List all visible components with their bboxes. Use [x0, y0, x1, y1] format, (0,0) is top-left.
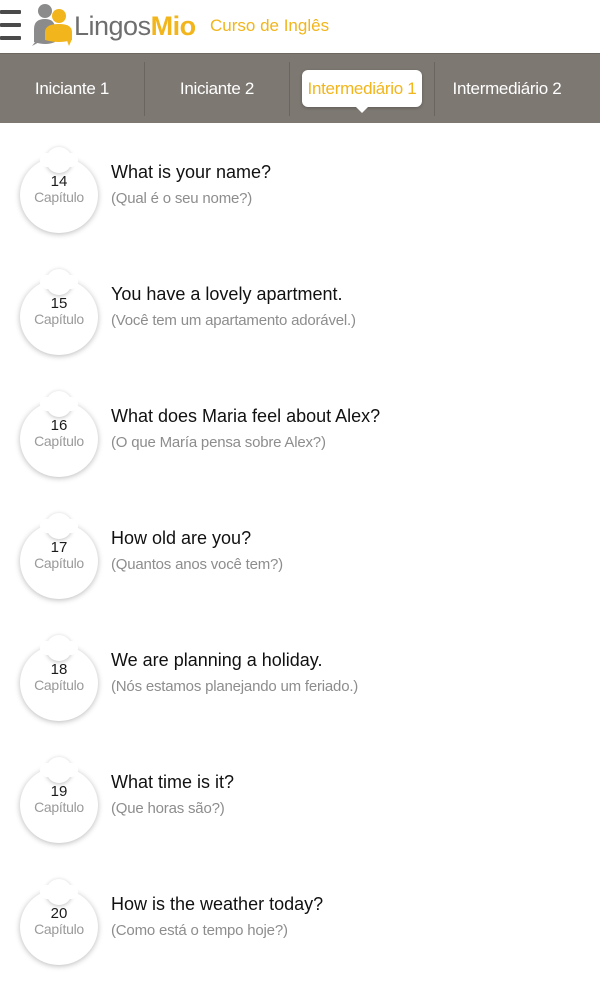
lingosmio-logo[interactable]: LingosMio	[30, 2, 196, 48]
chapter-item-14[interactable]: 14 Capítulo What is your name? (Qual é o…	[0, 123, 600, 245]
app-header: LingosMio Curso de Inglês	[0, 0, 600, 53]
chapter-badge-cover	[40, 885, 78, 899]
chapter-caption: Capítulo	[34, 189, 84, 205]
chapter-number: 16	[50, 417, 68, 434]
tab-label: Iniciante 1	[34, 78, 110, 98]
chapter-badge-cover	[40, 641, 78, 655]
chapter-translation: (O que María pensa sobre Alex?)	[111, 434, 326, 451]
tab-intermediario-2[interactable]: Intermediário 2	[435, 54, 579, 124]
chapter-title: How old are you?	[111, 528, 252, 548]
course-title: Curso de Inglês	[210, 16, 330, 35]
chapter-badge-cover	[40, 763, 78, 777]
chapter-caption: Capítulo	[34, 311, 84, 327]
chapter-number: 15	[50, 295, 68, 312]
chapter-translation: (Qual é o seu nome?)	[111, 190, 253, 207]
chapter-number: 18	[50, 661, 68, 678]
chapter-translation: (Como está o tempo hoje?)	[111, 922, 288, 939]
chapter-caption: Capítulo	[34, 921, 84, 937]
chapter-item-20[interactable]: 20 Capítulo How is the weather today? (C…	[0, 855, 600, 977]
tab-intermediario-1[interactable]: Intermediário 1	[290, 54, 434, 124]
chapter-translation: (Quantos anos você tem?)	[111, 556, 283, 573]
chapter-caption: Capítulo	[34, 555, 84, 571]
chapter-number: 20	[50, 905, 68, 922]
chapter-number: 17	[50, 539, 68, 556]
tab-label: Intermediário 2	[452, 78, 562, 98]
chapter-title: You have a lovely apartment.	[111, 284, 343, 304]
chapter-number: 19	[50, 783, 68, 800]
chapter-badge-cover	[40, 153, 78, 167]
chapter-title: What time is it?	[111, 772, 235, 792]
chapter-translation: (Que horas são?)	[111, 800, 225, 817]
logo-text: LingosMio	[74, 11, 196, 42]
chapter-item-19[interactable]: 19 Capítulo What time is it? (Que horas …	[0, 733, 600, 855]
chapter-caption: Capítulo	[34, 799, 84, 815]
tab-iniciante-1[interactable]: Iniciante 1	[0, 54, 144, 124]
logo-text-lingos: Lingos	[74, 11, 151, 41]
chapter-badge-cover	[40, 397, 78, 411]
tab-label: Iniciante 2	[179, 78, 255, 98]
chapter-number: 14	[50, 173, 68, 190]
chapter-badge-cover	[40, 519, 78, 533]
chapter-item-15[interactable]: 15 Capítulo You have a lovely apartment.…	[0, 245, 600, 367]
chapter-item-18[interactable]: 18 Capítulo We are planning a holiday. (…	[0, 611, 600, 733]
chapter-item-16[interactable]: 16 Capítulo What does Maria feel about A…	[0, 367, 600, 489]
level-tabs: Iniciante 1 Iniciante 2 Intermediário 1 …	[0, 53, 600, 123]
chapter-caption: Capítulo	[34, 677, 84, 693]
chapter-title: What is your name?	[111, 162, 272, 182]
logo-mark-icon	[32, 4, 72, 46]
tab-label: Intermediário 1	[307, 78, 417, 98]
tab-iniciante-2[interactable]: Iniciante 2	[145, 54, 289, 124]
chapter-badge-cover	[40, 275, 78, 289]
chapter-caption: Capítulo	[34, 433, 84, 449]
chapter-translation: (Você tem um apartamento adorável.)	[111, 312, 356, 329]
chapter-title: What does Maria feel about Alex?	[111, 406, 381, 426]
logo-text-mio: Mio	[150, 11, 197, 41]
menu-icon[interactable]	[0, 10, 22, 42]
chapter-title: We are planning a holiday.	[111, 650, 323, 670]
chapter-item-17[interactable]: 17 Capítulo How old are you? (Quantos an…	[0, 489, 600, 611]
chapter-title: How is the weather today?	[111, 894, 324, 914]
chapter-translation: (Nós estamos planejando um feriado.)	[111, 678, 359, 695]
